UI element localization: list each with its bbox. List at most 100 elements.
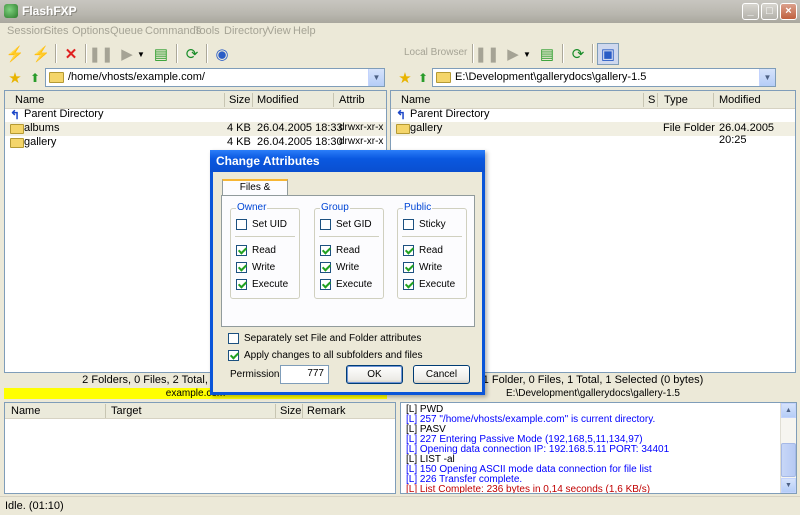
log-line: [L] List Complete: 236 bytes in 0,14 sec… <box>406 484 651 494</box>
menu-view[interactable]: View <box>267 25 291 37</box>
permissions-label: Permissions: <box>230 369 288 380</box>
scroll-thumb[interactable] <box>781 443 796 477</box>
close-window-button[interactable]: × <box>780 3 797 20</box>
parent-directory-icon: ↰ <box>396 108 407 122</box>
table-row[interactable]: albums 4 KB 26.04.2005 18:33 drwxr-xr-x <box>5 122 386 136</box>
transfer-icon[interactable]: ▶ <box>502 43 524 65</box>
row-modified: 26.04.2005 18:30 <box>257 136 343 148</box>
menu-sites[interactable]: Sites <box>44 25 68 37</box>
checkbox-label: Execute <box>252 279 289 290</box>
left-path-combo[interactable]: /home/vhosts/example.com/ ▼ <box>45 68 385 87</box>
col-size[interactable]: Size <box>229 94 250 106</box>
pause-icon[interactable]: ❚❚ <box>474 43 499 65</box>
table-row[interactable]: gallery File Folder 26.04.2005 20:25 <box>391 122 795 146</box>
col-s[interactable]: S <box>648 94 655 106</box>
folder-icon <box>10 124 24 134</box>
col-modified[interactable]: Modified <box>257 94 299 106</box>
ok-button[interactable]: OK <box>346 365 403 384</box>
col-name[interactable]: Name <box>11 405 40 417</box>
col-size[interactable]: Size <box>280 405 301 417</box>
parent-directory-row[interactable]: ↰ Parent Directory <box>5 108 386 122</box>
chevron-down-icon[interactable]: ▼ <box>136 43 146 65</box>
maximize-button[interactable]: □ <box>761 3 778 20</box>
group-label: Public <box>403 202 433 213</box>
left-toolbar: ⚡ ⚡ ✕ ❚❚ ▶ ▼ ▤ ⟳ ◉ <box>0 40 390 67</box>
row-name: gallery <box>410 122 443 134</box>
right-toolbar: Local Browser ❚❚ ▶ ▼ ▤ ⟳ ▣ <box>392 40 800 67</box>
table-row[interactable]: gallery 4 KB 26.04.2005 18:30 drwxr-xr-x <box>5 136 386 150</box>
pause-icon[interactable]: ❚❚ <box>88 43 113 65</box>
row-size: 4 KB <box>227 122 251 134</box>
col-remark[interactable]: Remark <box>307 405 346 417</box>
minimize-button[interactable]: _ <box>742 3 759 20</box>
checkbox[interactable] <box>320 245 331 256</box>
col-target[interactable]: Target <box>111 405 142 417</box>
menu-tools[interactable]: Tools <box>194 25 220 37</box>
checkbox-label: Read <box>419 245 443 256</box>
column-header: Name S Type Modified <box>391 91 795 109</box>
checkbox[interactable] <box>236 262 247 273</box>
col-modified[interactable]: Modified <box>719 94 761 106</box>
local-browser-button[interactable]: Local Browser <box>404 47 467 58</box>
col-attrib[interactable]: Attrib <box>339 94 365 106</box>
transfer-queue[interactable]: Name Target Size Remark <box>4 402 396 494</box>
left-path-value: /home/vhosts/example.com/ <box>68 71 205 83</box>
right-path-value: E:\Development\gallerydocs\gallery-1.5 <box>455 71 647 83</box>
transfer-folder-icon[interactable]: ▤ <box>150 43 172 65</box>
session-log[interactable]: [L] PWD [L] 257 "/home/vhosts/example.com… <box>400 402 797 494</box>
parent-directory-row[interactable]: ↰ Parent Directory <box>391 108 795 122</box>
permissions-input[interactable]: 777 <box>280 365 329 384</box>
scroll-up-icon[interactable]: ▲ <box>781 403 796 418</box>
row-name: Parent Directory <box>24 108 104 120</box>
right-path-combo[interactable]: E:\Development\gallerydocs\gallery-1.5 ▼ <box>432 68 776 87</box>
scroll-down-icon[interactable]: ▼ <box>781 478 796 493</box>
parent-folder-icon[interactable]: ⬆ <box>412 67 434 89</box>
transfer-icon[interactable]: ▶ <box>116 43 138 65</box>
quick-connect-icon[interactable]: ⚡ <box>30 43 52 65</box>
checkbox[interactable] <box>228 350 239 361</box>
menu-help[interactable]: Help <box>293 25 316 37</box>
checkbox[interactable] <box>320 262 331 273</box>
col-name[interactable]: Name <box>15 94 44 106</box>
checkbox[interactable] <box>403 262 414 273</box>
checkbox[interactable] <box>320 219 331 230</box>
chevron-down-icon[interactable]: ▼ <box>759 69 775 86</box>
checkbox[interactable] <box>236 279 247 290</box>
menu-options[interactable]: Options <box>72 25 110 37</box>
menu-commands[interactable]: Commands <box>145 25 201 37</box>
checkbox[interactable] <box>403 219 414 230</box>
checkbox-label: Write <box>252 262 276 273</box>
refresh-icon[interactable]: ⟳ <box>181 43 203 65</box>
view-mode-icon[interactable]: ▣ <box>597 43 619 65</box>
checkbox[interactable] <box>236 219 247 230</box>
menu-queue[interactable]: Queue <box>110 25 143 37</box>
row-attrib: drwxr-xr-x <box>339 136 384 147</box>
transfer-folder-icon[interactable]: ▤ <box>536 43 558 65</box>
cancel-button[interactable]: Cancel <box>413 365 470 384</box>
checkbox-label: Write <box>419 262 443 273</box>
site-manager-icon[interactable]: ◉ <box>211 43 233 65</box>
log-scrollbar[interactable]: ▲ ▼ <box>780 403 796 493</box>
connect-icon[interactable]: ⚡ <box>4 43 26 65</box>
checkbox[interactable] <box>320 279 331 290</box>
folder-icon <box>396 124 410 134</box>
refresh-icon[interactable]: ⟳ <box>567 43 589 65</box>
group-label: Group <box>320 202 350 213</box>
checkbox[interactable] <box>403 279 414 290</box>
menu-directory[interactable]: Directory <box>224 25 268 37</box>
toolbar-separator <box>85 44 87 63</box>
parent-folder-icon[interactable]: ⬆ <box>24 67 46 89</box>
checkbox[interactable] <box>403 245 414 256</box>
col-name[interactable]: Name <box>401 94 430 106</box>
bookmark-star-icon[interactable]: ★ <box>4 67 26 89</box>
disconnect-icon[interactable]: ✕ <box>60 43 82 65</box>
chevron-down-icon[interactable]: ▼ <box>522 43 532 65</box>
checkbox[interactable] <box>236 245 247 256</box>
checkbox-label: Set UID <box>252 219 288 230</box>
dialog-title-bar: Change Attributes <box>210 150 485 172</box>
menu-session[interactable]: Session <box>7 25 46 37</box>
col-type[interactable]: Type <box>664 94 688 106</box>
tab-files-folders[interactable]: Files & Folders <box>222 179 288 207</box>
chevron-down-icon[interactable]: ▼ <box>368 69 384 86</box>
checkbox[interactable] <box>228 333 239 344</box>
